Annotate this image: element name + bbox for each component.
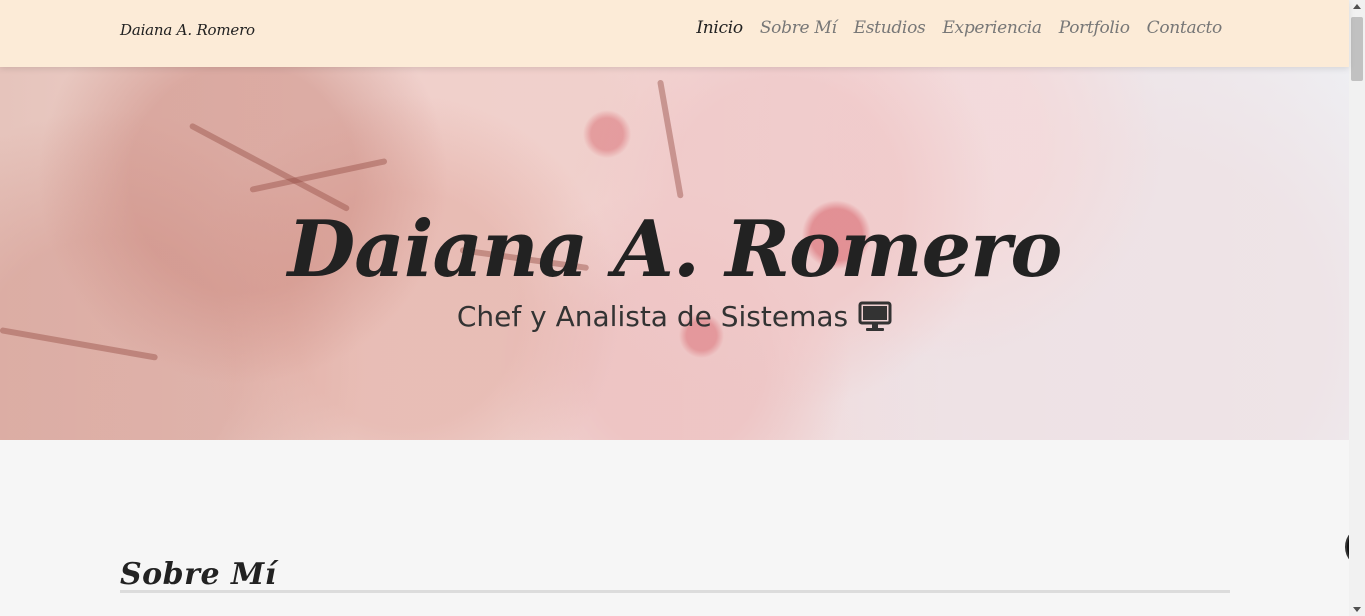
page: Daiana A. Romero Inicio Sobre Mí Estudio… xyxy=(0,0,1365,616)
hero-title: Daiana A. Romero xyxy=(287,204,1063,296)
nav-link-inicio[interactable]: Inicio xyxy=(696,18,743,38)
nav-link-experiencia[interactable]: Experiencia xyxy=(942,18,1042,38)
hero-subtitle: Chef y Analista de Sistemas xyxy=(0,300,1349,333)
nav-link-estudios[interactable]: Estudios xyxy=(854,18,926,38)
hero-banner: Daiana A. Romero Chef y Analista de Sist… xyxy=(0,67,1349,440)
hero-subtitle-text: Chef y Analista de Sistemas xyxy=(456,300,849,333)
scroll-up-arrow-icon[interactable] xyxy=(1353,4,1361,9)
nav-link-sobre-mi[interactable]: Sobre Mí xyxy=(760,18,837,38)
nav-links: Inicio Sobre Mí Estudios Experiencia Por… xyxy=(696,18,1222,38)
scrollbar-thumb[interactable] xyxy=(1351,17,1363,81)
hero-decoration-branch xyxy=(188,122,351,213)
monitor-icon xyxy=(858,301,892,333)
navbar: Daiana A. Romero Inicio Sobre Mí Estudio… xyxy=(0,0,1349,67)
nav-link-contacto[interactable]: Contacto xyxy=(1147,18,1223,38)
brand-link[interactable]: Daiana A. Romero xyxy=(120,21,255,39)
nav-link-portfolio[interactable]: Portfolio xyxy=(1059,18,1130,38)
hero-decoration-branch xyxy=(657,79,684,199)
scroll-down-arrow-icon[interactable] xyxy=(1353,607,1361,612)
section-divider xyxy=(120,590,1230,593)
vertical-scrollbar[interactable] xyxy=(1349,0,1365,616)
section-title-sobre-mi: Sobre Mí xyxy=(120,556,277,592)
